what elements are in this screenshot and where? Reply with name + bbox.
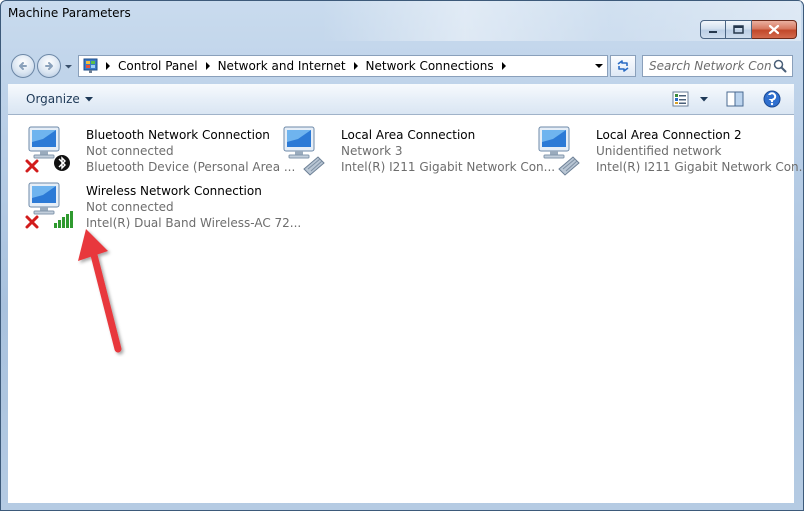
- window-controls: [700, 20, 797, 39]
- breadcrumb-network-and-internet[interactable]: Network and Internet: [215, 59, 349, 73]
- search-box: [642, 55, 793, 77]
- breadcrumb-chevron-icon[interactable]: [101, 62, 115, 70]
- maximize-button[interactable]: [726, 20, 752, 39]
- organize-chevron-down-icon: [84, 96, 93, 101]
- annotation-arrow-icon: [78, 229, 122, 353]
- address-bar[interactable]: Control Panel Network and Internet Netwo…: [78, 55, 608, 77]
- forward-arrow-icon: [45, 62, 53, 70]
- change-view-button[interactable]: [672, 91, 708, 107]
- minimize-icon: [709, 30, 717, 33]
- minimize-button[interactable]: [700, 20, 726, 39]
- search-input[interactable]: [649, 59, 771, 73]
- command-bar: Organize: [8, 84, 794, 115]
- connection-name: Wireless Network Connection: [86, 184, 262, 198]
- connection-status: Not connected: [86, 200, 174, 214]
- control-panel-icon: [83, 58, 98, 73]
- search-icon[interactable]: [773, 59, 787, 73]
- connection-status: Not connected: [86, 144, 174, 158]
- refresh-icon: [617, 60, 629, 72]
- forward-button[interactable]: [37, 54, 61, 78]
- wired-network-icon: [283, 126, 325, 176]
- preview-pane-icon[interactable]: [726, 91, 744, 107]
- breadcrumb-control-panel[interactable]: Control Panel: [115, 59, 201, 73]
- organize-button[interactable]: Organize: [26, 92, 93, 106]
- breadcrumb-chevron-icon[interactable]: [497, 62, 511, 70]
- breadcrumb-chevron-icon[interactable]: [349, 62, 363, 70]
- back-arrow-icon: [19, 62, 27, 70]
- close-button[interactable]: [752, 20, 797, 39]
- window-title: Machine Parameters: [8, 6, 131, 20]
- connections-list: Bluetooth Network Connection Not connect…: [8, 115, 804, 503]
- wired-network-icon: [538, 126, 580, 176]
- maximize-icon: [733, 25, 744, 34]
- recent-pages-chevron-down-icon[interactable]: [64, 62, 73, 71]
- connection-device: Bluetooth Device (Personal Area ...: [86, 160, 296, 174]
- connection-name: Local Area Connection: [341, 128, 476, 142]
- connection-status: Network 3: [341, 144, 403, 158]
- breadcrumb-network-connections[interactable]: Network Connections: [363, 59, 497, 73]
- address-history-chevron-down-icon[interactable]: [593, 60, 605, 72]
- help-icon[interactable]: [763, 90, 781, 108]
- list-item[interactable]: Local Area Connection Network 3 Intel(R)…: [278, 125, 556, 179]
- view-chevron-down-icon: [700, 96, 708, 101]
- connection-name: Local Area Connection 2: [596, 128, 742, 142]
- connection-device: Intel(R) I211 Gigabit Network Con...: [341, 160, 556, 174]
- close-icon: [768, 24, 780, 35]
- view-options-icon: [672, 91, 689, 107]
- list-item[interactable]: Bluetooth Network Connection Not connect…: [23, 125, 296, 179]
- organize-label: Organize: [26, 92, 80, 106]
- connection-name: Bluetooth Network Connection: [86, 128, 270, 142]
- back-button[interactable]: [11, 54, 35, 78]
- list-item[interactable]: Wireless Network Connection Not connecte…: [23, 181, 301, 235]
- connection-status: Unidentified network: [596, 144, 722, 158]
- refresh-button[interactable]: [610, 55, 636, 77]
- connection-device: Intel(R) I211 Gigabit Network Con...: [596, 160, 804, 174]
- list-item[interactable]: Local Area Connection 2 Unidentified net…: [533, 125, 804, 179]
- bluetooth-network-icon: [25, 126, 70, 173]
- breadcrumb-chevron-icon[interactable]: [201, 62, 215, 70]
